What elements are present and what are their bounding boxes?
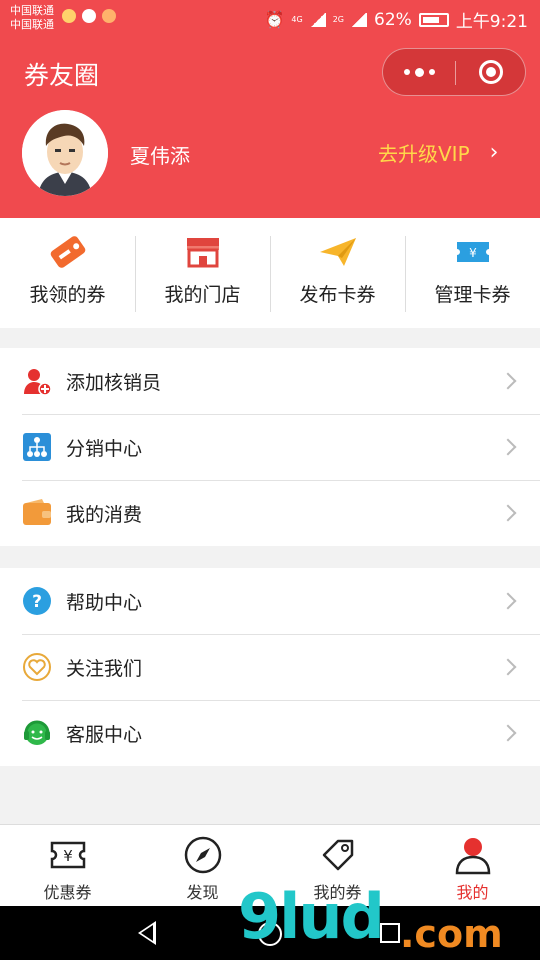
tab-label: 我的 <box>456 883 489 902</box>
back-icon[interactable] <box>138 921 156 945</box>
battery-icon <box>418 12 449 27</box>
person-icon <box>455 838 490 875</box>
add-user-icon <box>24 369 52 396</box>
avatar[interactable] <box>22 110 108 196</box>
compass-icon <box>184 836 221 874</box>
menu-customer-service[interactable]: 客服中心 <box>0 700 540 766</box>
menu-group-1: 添加核销员 分销中心 我的消费 <box>0 348 540 546</box>
heart-icon <box>23 653 51 681</box>
avatar-illustration-icon <box>22 110 108 196</box>
svg-text:?: ? <box>32 592 42 612</box>
menu-add-verifier[interactable]: 添加核销员 <box>0 348 540 414</box>
app-title: 券友圈 <box>24 61 100 90</box>
chevron-right-icon <box>499 372 517 390</box>
menu-label: 关注我们 <box>66 657 143 680</box>
quick-actions: 我领的券 我的门店 发布卡券 ¥ 管理卡券 <box>0 218 540 328</box>
tab-label: 优惠券 <box>43 883 92 902</box>
more-dot-icon <box>403 69 410 75</box>
clock: 上午9:21 <box>455 12 528 32</box>
quick-my-store[interactable]: 我的门店 <box>135 218 270 328</box>
notification-icons <box>62 9 116 23</box>
signal-icon-2 <box>351 12 368 27</box>
signal-icon <box>309 12 326 27</box>
carrier-2: 中国联通 <box>10 18 54 31</box>
user-name: 夏伟添 <box>130 144 190 168</box>
alarm-icon: ⏰ <box>264 10 285 29</box>
battery-percent: 62% <box>374 9 412 30</box>
menu-my-spending[interactable]: 我的消费 <box>0 480 540 546</box>
profile-header: 券友圈 夏伟添 去升级VIP › <box>0 34 540 218</box>
carrier-info: 中国联通 中国联通 <box>10 4 54 32</box>
menu-distribution-center[interactable]: 分销中心 <box>0 414 540 480</box>
tag-icon <box>322 839 353 871</box>
coupon-icon: ¥ <box>50 841 85 869</box>
ticket-icon: ¥ <box>456 242 489 262</box>
avatar-notification-icon <box>102 9 116 23</box>
upgrade-vip-link[interactable]: 去升级VIP › <box>378 138 498 167</box>
quick-label: 我领的券 <box>29 284 106 306</box>
menu-group-2: ? 帮助中心 关注我们 客服中心 <box>0 568 540 766</box>
menu-label: 帮助中心 <box>66 591 143 614</box>
recent-apps-icon[interactable] <box>380 923 400 943</box>
close-miniprogram-button[interactable] <box>479 60 503 84</box>
watermark: 9lud <box>238 880 385 953</box>
hierarchy-icon <box>23 433 51 461</box>
vip-label: 去升级VIP <box>378 142 470 166</box>
chevron-right-icon: › <box>489 140 499 165</box>
quick-label: 发布卡券 <box>299 284 376 306</box>
menu-label: 添加核销员 <box>66 371 162 394</box>
paper-plane-icon <box>319 238 356 266</box>
chevron-right-icon <box>499 504 517 522</box>
store-icon <box>186 238 219 268</box>
more-button[interactable] <box>383 49 455 95</box>
chevron-right-icon <box>499 724 517 742</box>
help-icon: ? <box>23 587 51 615</box>
network-label-2: 2G <box>332 15 345 24</box>
tab-mine[interactable]: 我的 <box>405 825 540 906</box>
wallet-icon <box>23 499 51 525</box>
capsule-divider <box>455 61 456 85</box>
notification-icon <box>62 9 76 23</box>
menu-label: 我的消费 <box>66 503 143 526</box>
chevron-right-icon <box>499 438 517 456</box>
menu-label: 客服中心 <box>66 723 143 746</box>
quick-publish-coupon[interactable]: 发布卡券 <box>270 218 405 328</box>
quick-my-coupons[interactable]: 我领的券 <box>0 218 135 328</box>
more-dot-icon <box>414 67 424 77</box>
svg-text:¥: ¥ <box>469 246 477 260</box>
tab-coupons[interactable]: ¥ 优惠券 <box>0 825 135 906</box>
chevron-right-icon <box>499 658 517 676</box>
headset-icon <box>24 720 50 745</box>
miniprogram-capsule <box>382 48 526 96</box>
coupon-tag-icon <box>50 236 85 268</box>
svg-text:¥: ¥ <box>63 847 73 865</box>
quick-manage-coupons[interactable]: ¥ 管理卡券 <box>405 218 540 328</box>
message-icon <box>82 9 96 23</box>
menu-follow-us[interactable]: 关注我们 <box>0 634 540 700</box>
menu-label: 分销中心 <box>66 437 143 460</box>
carrier-1: 中国联通 <box>10 4 54 17</box>
watermark-suffix: .com <box>400 912 503 956</box>
quick-label: 管理卡券 <box>434 284 511 306</box>
tab-label: 发现 <box>186 883 219 902</box>
more-dot-icon <box>428 69 435 75</box>
chevron-right-icon <box>499 592 517 610</box>
status-right: ⏰ 4G 2G 62% 上午9:21 <box>264 7 529 33</box>
menu-help-center[interactable]: ? 帮助中心 <box>0 568 540 634</box>
quick-label: 我的门店 <box>164 284 241 306</box>
status-bar: 中国联通 中国联通 ⏰ 4G 2G 62% 上午9:21 <box>0 0 540 34</box>
network-label: 4G <box>291 15 303 24</box>
